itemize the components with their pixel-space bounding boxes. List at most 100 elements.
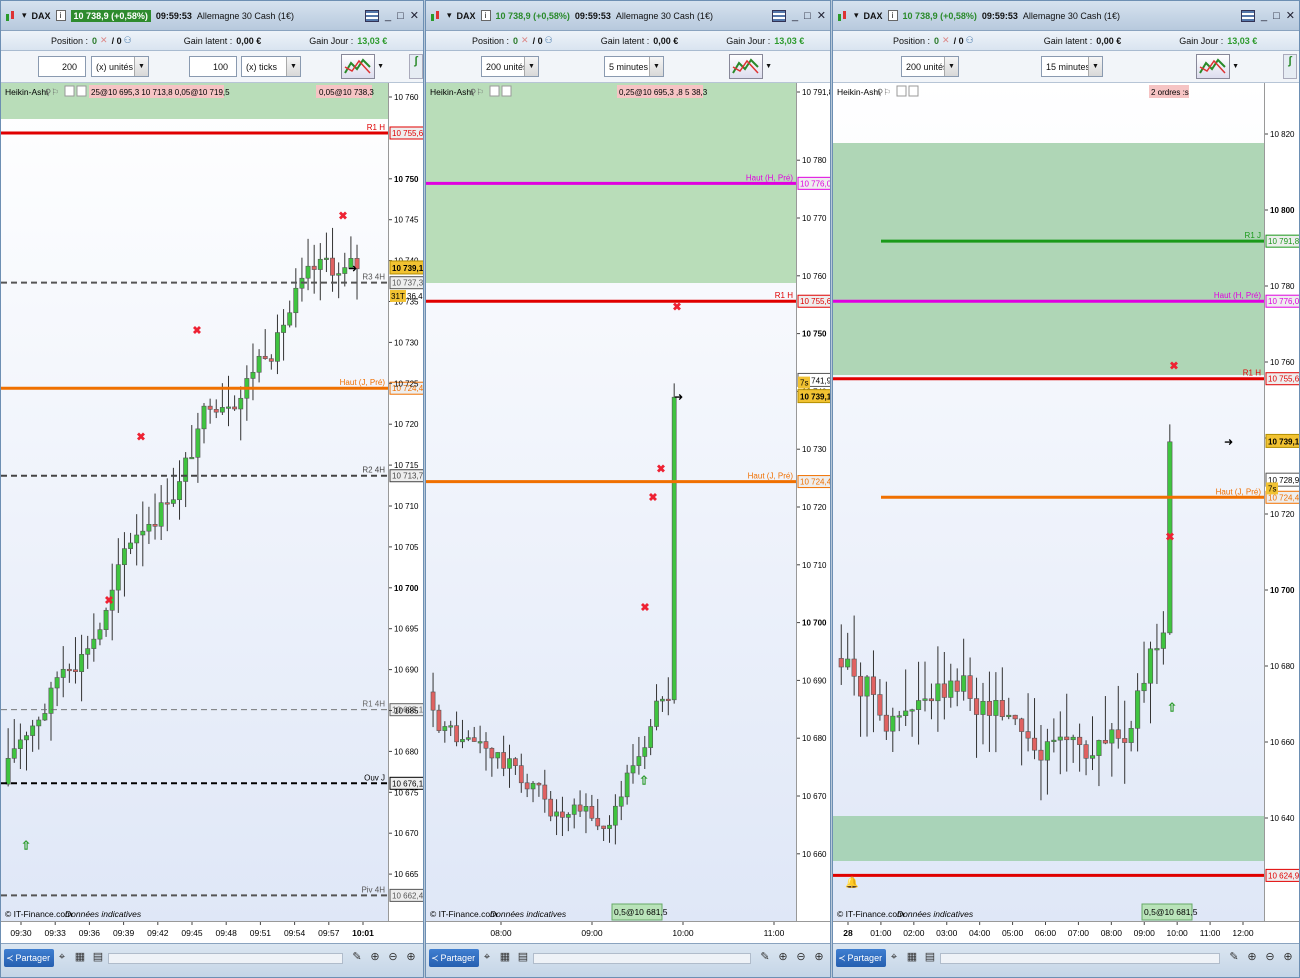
candle-up (465, 737, 471, 740)
zoom-out-icon[interactable]: ⊖ (1264, 951, 1276, 964)
layout-grid-icon[interactable] (1241, 9, 1255, 22)
price-chart-area[interactable]: Heikin-Ashi⚲⚐ 2 ordres :s R1 J Haut (H, Pré… (833, 83, 1264, 921)
share-button[interactable]: ≺ Partager (429, 949, 480, 967)
zoom-out-icon[interactable]: ⊖ (387, 951, 399, 964)
symbol-label[interactable]: DAX (457, 11, 476, 21)
price-axis[interactable]: 10 776,0 10 755,6 10 724,4 10 791,8 10 780 10… (796, 83, 831, 921)
symbol-dropdown-icon[interactable]: ▾ (854, 10, 859, 21)
zoom-in-icon[interactable]: ⊕ (405, 951, 417, 964)
interval-select[interactable]: (x) ticks ▼ (241, 56, 301, 77)
horizontal-scrollbar[interactable] (533, 953, 751, 964)
price-tick-label: 10 705 (394, 543, 419, 552)
candle-down (268, 358, 274, 362)
time-tick-label: 08:00 (1101, 928, 1123, 938)
indicators-button[interactable]: ▼ (729, 54, 772, 79)
layout-grid-icon[interactable] (365, 9, 379, 22)
calendar-icon[interactable]: ▦ (499, 951, 511, 964)
candle-up (317, 258, 323, 270)
minimize-icon[interactable]: _ (792, 10, 798, 22)
window-titlebar[interactable]: ▾ DAX i 10 738,9 (+0,58%) 09:59:53 Allem… (833, 1, 1299, 31)
level-label: R1 H (367, 123, 385, 132)
candle-up (507, 758, 512, 769)
calendar-icon[interactable]: ▦ (906, 951, 918, 964)
zoom-fit-icon[interactable]: ⊕ (777, 951, 789, 964)
zoom-fit-icon[interactable]: ⊕ (369, 951, 381, 964)
drawing-tools-icon[interactable]: ▤ (517, 951, 529, 964)
symbol-label[interactable]: DAX (864, 11, 883, 21)
minimize-icon[interactable]: _ (385, 10, 391, 22)
price-axis[interactable]: 10 791,8 10 776,0 10 755,6 10 724,4 10 624,9… (1264, 83, 1300, 921)
time-axis[interactable]: 09:30 09:33 09:36 09:39 09:42 09:45 09:48 09:51… (1, 921, 423, 943)
candle-down (999, 700, 1005, 717)
info-icon[interactable]: i (55, 10, 66, 21)
quantity-input[interactable]: 200 (38, 56, 86, 77)
symbol-dropdown-icon[interactable]: ▾ (447, 10, 452, 21)
price-tick-label: 10 690 (394, 666, 419, 675)
share-button[interactable]: ≺ Partager (4, 949, 55, 967)
orders-link-icon[interactable]: ⚇ (124, 35, 132, 46)
draw-pencil-icon[interactable]: ✎ (1228, 951, 1240, 964)
crosshair-icon[interactable]: ⌖ (56, 951, 68, 964)
crosshair-icon[interactable]: ⌖ (888, 951, 900, 964)
unit-select[interactable]: 200 unités ▼ (901, 56, 959, 77)
price-axis[interactable]: 10 755,610 737,310 724,410 713,710 685,1… (388, 83, 424, 921)
layout-grid-icon[interactable] (772, 9, 786, 22)
unit-select[interactable]: 200 unités ▼ (481, 56, 539, 77)
price-chart-area[interactable]: Heikin-Ashi⚲⚐ 25@10 695,3 10 713,8 0,05@1… (1, 83, 388, 921)
candle-up (961, 675, 967, 692)
candle-up (195, 428, 201, 458)
window-titlebar[interactable]: ▾ DAX i 10 738,9 (+0,58%) 09:59:53 Allem… (426, 1, 830, 31)
candle-up (201, 405, 207, 430)
close-icon[interactable]: ✕ (1286, 9, 1295, 22)
maximize-icon[interactable]: □ (1273, 10, 1280, 22)
close-position-icon[interactable]: ✕ (521, 35, 529, 46)
draw-pencil-icon[interactable]: ✎ (759, 951, 771, 964)
candle-up (1135, 690, 1141, 729)
drawing-tools-icon[interactable]: ▤ (92, 951, 104, 964)
close-icon[interactable]: ✕ (410, 9, 419, 22)
sell-icon (64, 85, 75, 97)
info-icon[interactable]: i (887, 10, 898, 21)
candle-up (642, 747, 648, 757)
time-axis[interactable]: 08:00 09:00 10:00 11:00 (426, 921, 830, 943)
zoom-in-icon[interactable]: ⊕ (1282, 951, 1294, 964)
maximize-icon[interactable]: □ (804, 10, 811, 22)
share-button[interactable]: ≺ Partager (836, 949, 887, 967)
drawing-tools-icon[interactable]: ▤ (924, 951, 936, 964)
scroll-right-tool[interactable]: ʃ (1283, 54, 1297, 79)
draw-pencil-icon[interactable]: ✎ (351, 951, 363, 964)
symbol-dropdown-icon[interactable]: ▾ (22, 10, 27, 21)
info-icon[interactable]: i (480, 10, 491, 21)
scroll-right-tool[interactable]: ʃ (409, 54, 423, 79)
interval-quantity-input[interactable]: 100 (189, 56, 237, 77)
interval-select[interactable]: 5 minutes ▼ (604, 56, 664, 77)
horizontal-scrollbar[interactable] (940, 953, 1220, 964)
orders-link-icon[interactable]: ⚇ (545, 35, 553, 46)
indicators-button[interactable]: ▼ (1196, 54, 1239, 79)
chevron-down-icon: ▼ (944, 57, 958, 76)
horizontal-scrollbar[interactable] (108, 953, 343, 964)
window-titlebar[interactable]: ▾ DAX i 10 738,9 (+0,58%) 09:59:53 Allem… (1, 1, 423, 31)
orders-link-icon[interactable]: ⚇ (966, 35, 974, 46)
time-axis[interactable]: 28 01:00 02:00 03:00 04:00 05:00 06:00 07:00 08:… (833, 921, 1299, 943)
current-price-label: 10 739,1 (392, 264, 424, 273)
close-position-icon[interactable]: ✕ (100, 35, 108, 46)
zoom-in-icon[interactable]: ⊕ (813, 951, 825, 964)
time-tick-label: 09:00 (1134, 928, 1156, 938)
interval-select[interactable]: 15 minutes ▼ (1041, 56, 1103, 77)
minimize-icon[interactable]: _ (1261, 10, 1267, 22)
symbol-label[interactable]: DAX (32, 11, 51, 21)
crosshair-icon[interactable]: ⌖ (481, 951, 493, 964)
latent-value: 0,00 € (1096, 35, 1122, 46)
price-chart-area[interactable]: Heikin-Ashi⚲⚐ 0,25@10 695,3 ,8 5 38,3 Haut… (426, 83, 796, 921)
calendar-icon[interactable]: ▦ (74, 951, 86, 964)
close-position-icon[interactable]: ✕ (942, 35, 950, 46)
candle-up (305, 265, 311, 279)
zoom-fit-icon[interactable]: ⊕ (1246, 951, 1258, 964)
price-tick-label: 10 720 (1270, 510, 1295, 519)
close-icon[interactable]: ✕ (817, 9, 826, 22)
indicators-button[interactable]: ▼ (341, 54, 384, 79)
zoom-out-icon[interactable]: ⊖ (795, 951, 807, 964)
unit-select[interactable]: (x) unités ▼ (91, 56, 149, 77)
maximize-icon[interactable]: □ (397, 10, 404, 22)
